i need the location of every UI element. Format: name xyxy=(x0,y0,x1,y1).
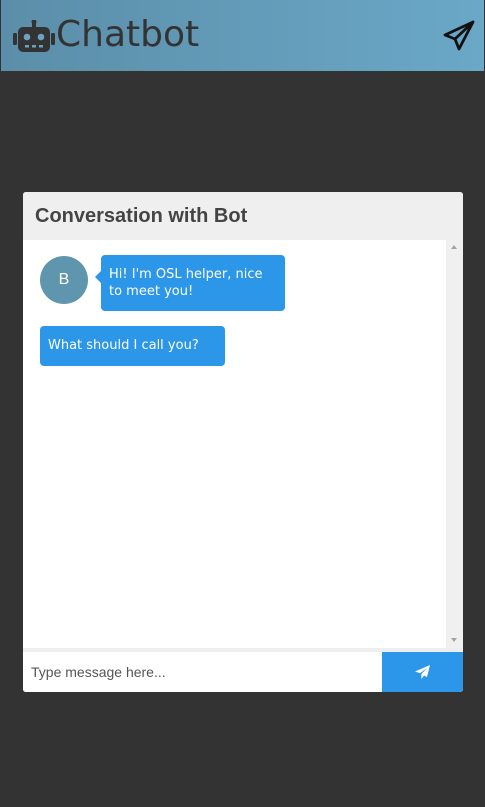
chat-header: Conversation with Bot xyxy=(23,192,463,240)
app-title: Chatbot xyxy=(56,14,200,55)
message-list[interactable]: B Hi! I'm OSL helper, nice to meet you! … xyxy=(23,240,446,648)
scroll-up-icon[interactable] xyxy=(451,245,457,249)
message-scrollbar[interactable] xyxy=(446,240,463,648)
bot-message: What should I call you? xyxy=(40,326,225,366)
paper-plane-icon xyxy=(415,665,430,679)
chat-window: Conversation with Bot B Hi! I'm OSL help… xyxy=(23,192,463,692)
composer xyxy=(23,648,463,692)
app-header: Chatbot xyxy=(1,0,484,71)
chat-title: Conversation with Bot xyxy=(35,205,248,227)
robot-icon xyxy=(13,20,55,52)
bot-avatar: B xyxy=(40,256,88,304)
bot-message: Hi! I'm OSL helper, nice to meet you! xyxy=(95,255,285,311)
paper-plane-icon[interactable] xyxy=(442,20,476,52)
message-input[interactable] xyxy=(23,652,382,692)
send-button[interactable] xyxy=(382,652,463,692)
scroll-down-icon[interactable] xyxy=(451,638,457,642)
